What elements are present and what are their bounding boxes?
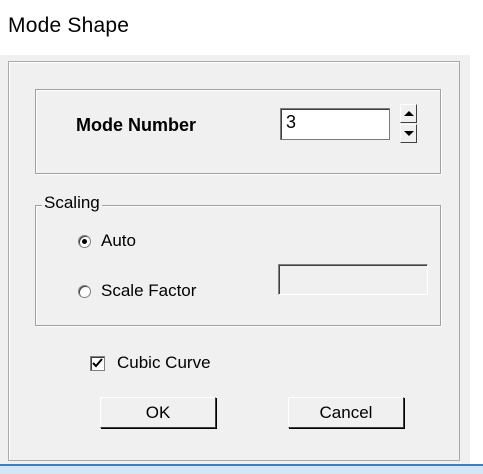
mode-shape-dialog: Mode Number 3 Scaling Auto Scale Factor … [0, 55, 470, 464]
radio-scale-factor[interactable]: Scale Factor [78, 281, 196, 301]
radio-auto-circle[interactable] [78, 234, 91, 248]
radio-selected-dot [82, 238, 87, 244]
cubic-curve-label: Cubic Curve [117, 353, 211, 372]
mode-number-spinner[interactable] [400, 104, 417, 144]
scale-factor-input[interactable] [278, 264, 428, 295]
cubic-curve-checkbox-row[interactable]: Cubic Curve [90, 353, 211, 373]
arrow-down-icon [403, 131, 414, 136]
mode-number-label: Mode Number [76, 115, 197, 135]
spin-down-button[interactable] [400, 124, 417, 143]
cubic-curve-checkbox[interactable] [90, 355, 105, 371]
checkmark-icon [92, 357, 103, 367]
radio-auto[interactable]: Auto [78, 231, 136, 251]
ok-button[interactable]: OK [100, 397, 216, 428]
cancel-button[interactable]: Cancel [288, 397, 404, 428]
mode-number-group: Mode Number 3 [35, 89, 441, 174]
window-bottom-edge [0, 464, 483, 474]
spin-up-button[interactable] [400, 104, 417, 123]
mode-number-input[interactable]: 3 [280, 108, 390, 140]
radio-scale-factor-circle[interactable] [78, 284, 91, 298]
scaling-legend: Scaling [42, 193, 102, 213]
radio-auto-label: Auto [101, 231, 136, 250]
radio-scale-factor-label: Scale Factor [101, 281, 197, 300]
window-title: Mode Shape [8, 14, 130, 37]
arrow-up-icon [403, 111, 414, 116]
